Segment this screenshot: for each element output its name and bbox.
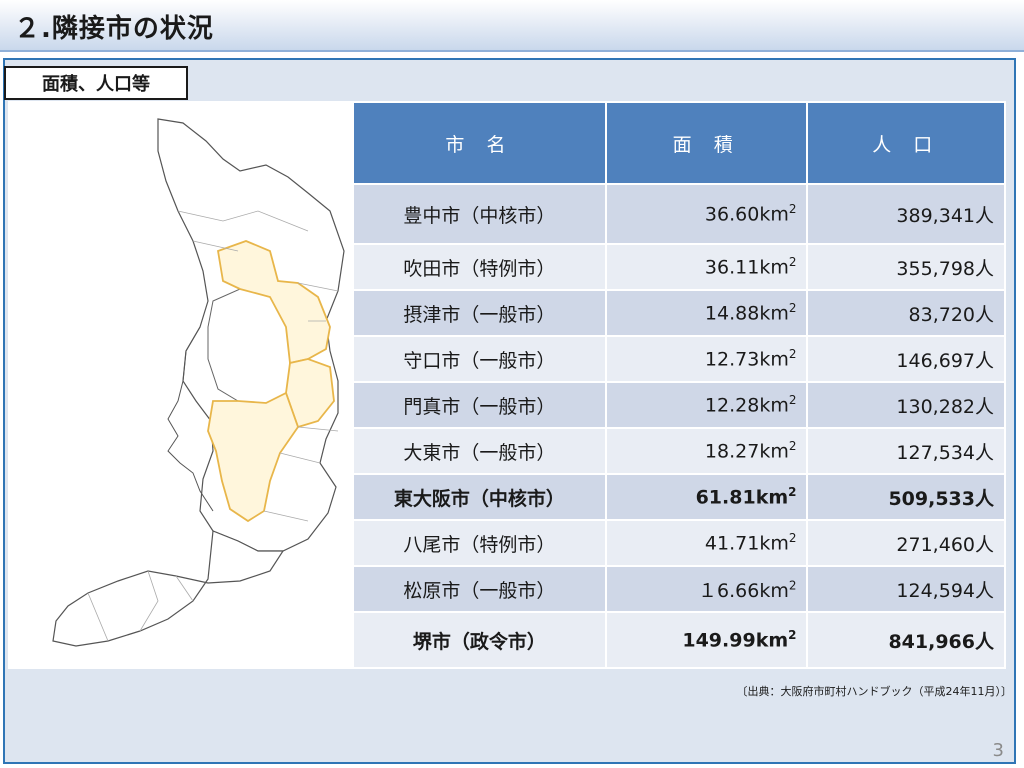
area-value: 12.28	[704, 394, 760, 417]
table-row: 堺市（政令市） 149.99km2 841,966人	[352, 611, 1006, 669]
population-cell: 271,460人	[806, 519, 1006, 567]
city-stats-table: 市 名 面 積 人 口 豊中市（中核市） 36.60km2 389,341人 吹田市（…	[352, 101, 1006, 669]
area-cell: 41.71km2	[604, 519, 809, 567]
area-unit: km	[759, 256, 789, 279]
table-row: 豊中市（中核市） 36.60km2 389,341人	[352, 183, 1006, 245]
area-unit-exponent: 2	[788, 578, 797, 593]
area-value: 61.81	[695, 486, 756, 509]
section-label: 面積、人口等	[4, 66, 188, 100]
city-name-cell: 摂津市（一般市）	[352, 289, 607, 337]
area-cell: 36.11km2	[604, 243, 809, 291]
area-unit: km	[759, 302, 789, 325]
city-name-cell: 門真市（一般市）	[352, 381, 607, 429]
area-cell: 36.60km2	[604, 183, 809, 245]
area-unit: km	[759, 532, 789, 555]
source-note: 〔出典：大阪府市町村ハンドブック（平成24年11月）〕	[736, 685, 1013, 698]
city-name-cell: 八尾市（特例市）	[352, 519, 607, 567]
population-cell: 509,533人	[806, 473, 1006, 521]
area-cell: 149.99km2	[604, 611, 809, 669]
area-unit-exponent: 2	[788, 531, 797, 546]
area-unit-exponent: 2	[788, 485, 797, 500]
area-cell: 12.28km2	[604, 381, 809, 429]
population-cell: 83,720人	[806, 289, 1006, 337]
map-outline-south	[52, 530, 285, 647]
table-row: 東大阪市（中核市） 61.81km2 509,533人	[352, 473, 1006, 521]
area-unit-exponent: 2	[788, 439, 797, 454]
population-cell: 127,534人	[806, 427, 1006, 475]
area-value: 36.11	[704, 256, 760, 279]
area-value: 36.60	[704, 203, 760, 226]
population-cell: 130,282人	[806, 381, 1006, 429]
table-row: 守口市（一般市） 12.73km2 146,697人	[352, 335, 1006, 383]
population-cell: 389,341人	[806, 183, 1006, 245]
city-name-cell: 守口市（一般市）	[352, 335, 607, 383]
table-row: 松原市（一般市） １6.66km2 124,594人	[352, 565, 1006, 613]
area-unit-exponent: 2	[788, 628, 797, 643]
area-cell: 12.73km2	[604, 335, 809, 383]
area-value: 149.99	[682, 629, 756, 652]
area-cell: 61.81km2	[604, 473, 809, 521]
table-row: 門真市（一般市） 12.28km2 130,282人	[352, 381, 1006, 429]
area-unit-exponent: 2	[788, 202, 797, 217]
area-value: 18.27	[704, 440, 760, 463]
table-row: 吹田市（特例市） 36.11km2 355,798人	[352, 243, 1006, 291]
city-name-cell: 堺市（政令市）	[352, 611, 607, 669]
population-cell: 146,697人	[806, 335, 1006, 383]
area-value: 12.73	[704, 348, 760, 371]
city-name-cell: 大東市（一般市）	[352, 427, 607, 475]
title-bar: ２.隣接市の状況	[0, 0, 1024, 52]
population-cell: 841,966人	[806, 611, 1006, 669]
area-unit: km	[755, 629, 789, 652]
slide-title: ２.隣接市の状況	[14, 14, 214, 44]
header-population: 人 口	[806, 101, 1006, 185]
area-unit-exponent: 2	[788, 393, 797, 408]
population-cell: 355,798人	[806, 243, 1006, 291]
area-unit-exponent: 2	[788, 347, 797, 362]
area-unit: km	[759, 440, 789, 463]
city-name-cell: 東大阪市（中核市）	[352, 473, 607, 521]
area-unit: km	[755, 486, 789, 509]
area-value: １6.66	[698, 579, 760, 602]
area-cell: 14.88km2	[604, 289, 809, 337]
table-row: 摂津市（一般市） 14.88km2 83,720人	[352, 289, 1006, 337]
table-header-row: 市 名 面 積 人 口	[352, 101, 1006, 185]
header-city-name: 市 名	[352, 101, 607, 185]
area-value: 41.71	[704, 532, 760, 555]
city-name-cell: 豊中市（中核市）	[352, 183, 607, 245]
header-area: 面 積	[604, 101, 809, 185]
page-number: 3	[992, 740, 1004, 761]
area-unit: km	[759, 203, 789, 226]
table-row: 大東市（一般市） 18.27km2 127,534人	[352, 427, 1006, 475]
city-name-cell: 吹田市（特例市）	[352, 243, 607, 291]
area-unit: km	[759, 394, 789, 417]
area-unit-exponent: 2	[788, 255, 797, 270]
area-cell: 18.27km2	[604, 427, 809, 475]
city-name-cell: 松原市（一般市）	[352, 565, 607, 613]
area-unit: km	[759, 579, 789, 602]
area-unit: km	[759, 348, 789, 371]
area-cell: １6.66km2	[604, 565, 809, 613]
area-value: 14.88	[704, 302, 760, 325]
table-row: 八尾市（特例市） 41.71km2 271,460人	[352, 519, 1006, 567]
population-cell: 124,594人	[806, 565, 1006, 613]
area-unit-exponent: 2	[788, 301, 797, 316]
